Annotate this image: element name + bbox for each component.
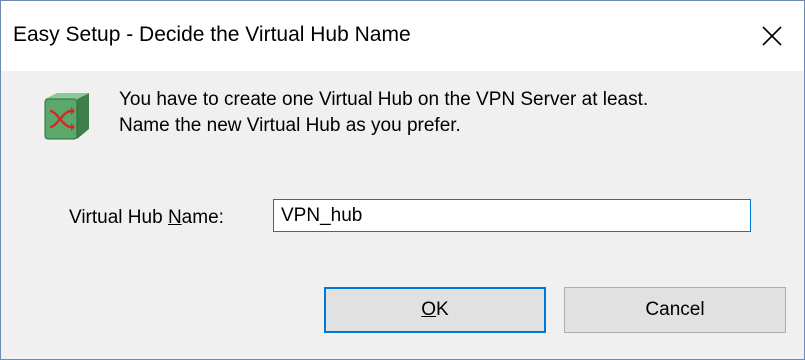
easy-setup-dialog: Easy Setup - Decide the Virtual Hub Name…	[0, 0, 805, 360]
title-bar: Easy Setup - Decide the Virtual Hub Name	[1, 1, 804, 71]
hub-name-input[interactable]	[273, 199, 751, 232]
close-icon	[762, 26, 782, 46]
hub-name-label-prefix: Virtual Hub	[69, 207, 168, 228]
hub-name-label-mnemonic: N	[167, 207, 182, 228]
ok-button-label: K	[436, 299, 449, 320]
instruction-message: You have to create one Virtual Hub on th…	[119, 87, 648, 139]
cancel-button[interactable]: Cancel	[564, 287, 786, 333]
window-title: Easy Setup - Decide the Virtual Hub Name	[13, 23, 411, 46]
ok-button-mnemonic: O	[421, 299, 437, 320]
dialog-content: You have to create one Virtual Hub on th…	[1, 71, 804, 359]
instruction-line-1: You have to create one Virtual Hub on th…	[119, 89, 649, 110]
ok-button[interactable]: OK	[324, 287, 546, 333]
hub-name-label-suffix: ame:	[181, 207, 224, 228]
cancel-button-label: Cancel	[645, 299, 705, 320]
hub-name-label: Virtual Hub Name:	[69, 207, 224, 229]
virtual-hub-icon	[44, 93, 89, 140]
close-button[interactable]	[740, 1, 804, 71]
instruction-line-2: Name the new Virtual Hub as you prefer.	[119, 115, 461, 136]
